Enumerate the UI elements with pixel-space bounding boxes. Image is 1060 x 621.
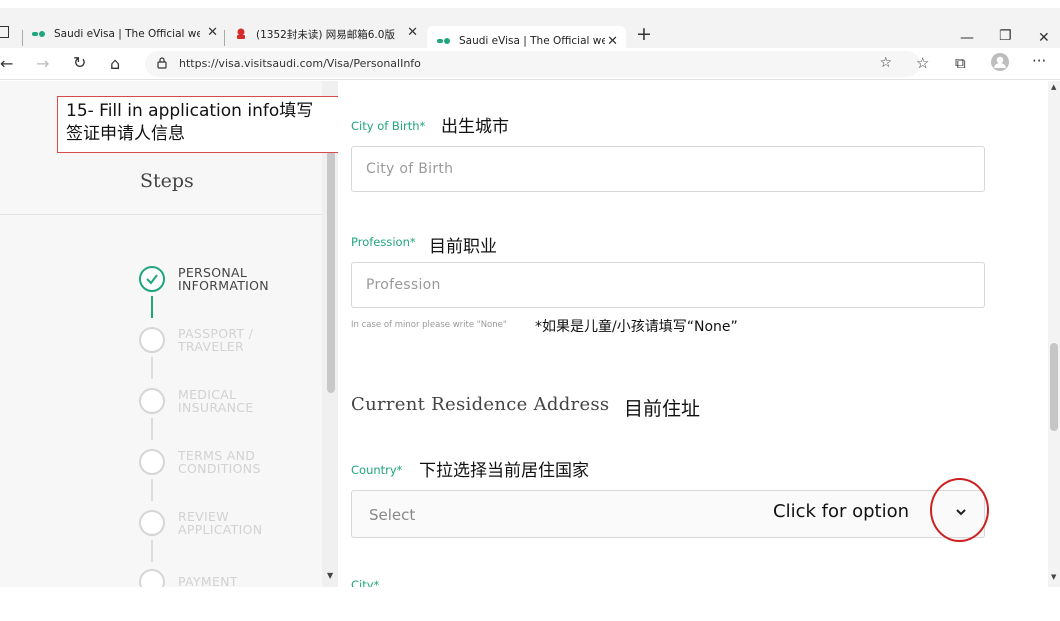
collections-icon[interactable]: ⧉ [955, 54, 966, 72]
tab-strip: Saudi eVisa | The Official website ✕ (13… [0, 8, 1060, 56]
tab-title: Saudi eVisa | The Official website [54, 28, 200, 40]
url-field[interactable]: https://visa.visitsaudi.com/Visa/Persona… [145, 51, 920, 77]
url-text: https://visa.visitsaudi.com/Visa/Persona… [179, 57, 421, 70]
profession-input[interactable]: Profession [351, 262, 985, 308]
tab-actions-icon[interactable] [0, 26, 9, 38]
step-payment: PAYMENT [178, 574, 238, 587]
step-circle-icon [139, 449, 165, 475]
step-review-application: REVIEW APPLICATION [178, 509, 263, 537]
tab-title: Saudi eVisa | The Official website [459, 35, 605, 47]
step-circle-icon [139, 388, 165, 414]
step-check-icon [139, 266, 165, 292]
country-label: Country* [351, 463, 403, 477]
lock-icon[interactable] [157, 57, 167, 72]
scroll-up-arrow-icon[interactable]: ▲ [1051, 83, 1056, 91]
steps-divider [0, 214, 322, 215]
step-connector [151, 296, 153, 318]
home-icon[interactable]: ⌂ [110, 54, 120, 73]
scroll-down-arrow-icon[interactable]: ▼ [327, 571, 333, 580]
tutorial-annotation: 15- Fill in application info填写签证申请人信息 [57, 96, 339, 153]
highlight-circle [930, 478, 989, 542]
page-scrollbar-thumb[interactable] [1050, 343, 1058, 431]
steps-title: Steps [140, 170, 194, 192]
more-options-icon[interactable]: ··· [1032, 52, 1046, 70]
steps-panel: Steps PERSONAL INFORMATION PASSPORT / TR… [0, 81, 338, 587]
page-scrollbar[interactable]: ▲ ▼ [1048, 81, 1060, 587]
step-connector [151, 418, 153, 440]
city-of-birth-label: City of Birth* [351, 119, 426, 133]
step-circle-icon [139, 327, 165, 353]
step-terms-and-conditions: TERMS AND CONDITIONS [178, 448, 261, 476]
scroll-down-arrow-icon[interactable]: ▼ [1051, 573, 1056, 581]
steps-scrollbar-thumb[interactable] [327, 151, 335, 393]
step-personal-information[interactable]: PERSONAL INFORMATION [178, 266, 269, 292]
step-circle-icon [139, 569, 165, 587]
tab-separator [22, 30, 23, 46]
step-connector [151, 479, 153, 501]
city-of-birth-input[interactable]: City of Birth [351, 146, 985, 192]
step-passport-traveler: PASSPORT / TRAVELER [178, 326, 254, 354]
click-for-option-note: Click for option [773, 501, 910, 522]
tab-title: (1352封未读) 网易邮箱6.0版 [256, 28, 395, 41]
residence-section-title: Current Residence Address [351, 394, 610, 415]
close-window-icon[interactable]: ✕ [1038, 30, 1050, 46]
country-select-value: Select [369, 506, 416, 524]
step-circle-icon [139, 510, 165, 536]
close-tab-icon[interactable]: ✕ [607, 34, 618, 49]
tab-netease-mail[interactable]: (1352封未读) 网易邮箱6.0版 ✕ [234, 22, 418, 46]
netease-mail-favicon-icon [234, 28, 248, 39]
forward-arrow-icon[interactable]: → [36, 54, 49, 73]
tab-separator [224, 30, 225, 46]
close-tab-icon[interactable]: ✕ [207, 25, 218, 40]
saudi-favicon-icon [437, 37, 451, 46]
profession-hint: In case of minor please write "None" [351, 320, 507, 330]
profession-placeholder: Profession [366, 277, 441, 293]
restore-icon[interactable]: ❐ [999, 28, 1012, 44]
city-label: City* [351, 578, 380, 587]
profile-avatar-icon[interactable] [991, 53, 1009, 75]
profession-hint-note: *如果是儿童/小孩请填写“None” [535, 319, 738, 335]
city-of-birth-placeholder: City of Birth [366, 161, 454, 177]
favorites-icon[interactable]: ☆ [916, 54, 929, 72]
step-medical-insurance: MEDICAL INSURANCE [178, 387, 254, 415]
new-tab-button[interactable]: + [636, 23, 652, 45]
refresh-icon[interactable]: ↻ [73, 53, 86, 72]
steps-scrollbar[interactable]: ▼ [322, 81, 338, 587]
profession-label: Profession* [351, 235, 416, 249]
city-of-birth-note: 出生城市 [441, 117, 509, 137]
country-note: 下拉选择当前居住国家 [419, 461, 589, 481]
minimize-icon[interactable]: — [960, 30, 974, 46]
profession-note: 目前职业 [429, 237, 497, 257]
personal-info-form: City of Birth* 出生城市 City of Birth Profes… [338, 81, 1048, 587]
address-bar: ← → ↻ ⌂ https://visa.visitsaudi.com/Visa… [0, 48, 1060, 80]
close-tab-icon[interactable]: ✕ [407, 25, 418, 40]
residence-section-note: 目前住址 [624, 398, 701, 420]
tab-saudi-evisa-1[interactable]: Saudi eVisa | The Official website ✕ [32, 22, 218, 46]
step-connector [151, 540, 153, 562]
back-arrow-icon[interactable]: ← [0, 54, 13, 73]
add-favorite-icon[interactable]: ☆ [879, 55, 892, 71]
saudi-favicon-icon [32, 30, 46, 39]
step-connector [151, 357, 153, 379]
